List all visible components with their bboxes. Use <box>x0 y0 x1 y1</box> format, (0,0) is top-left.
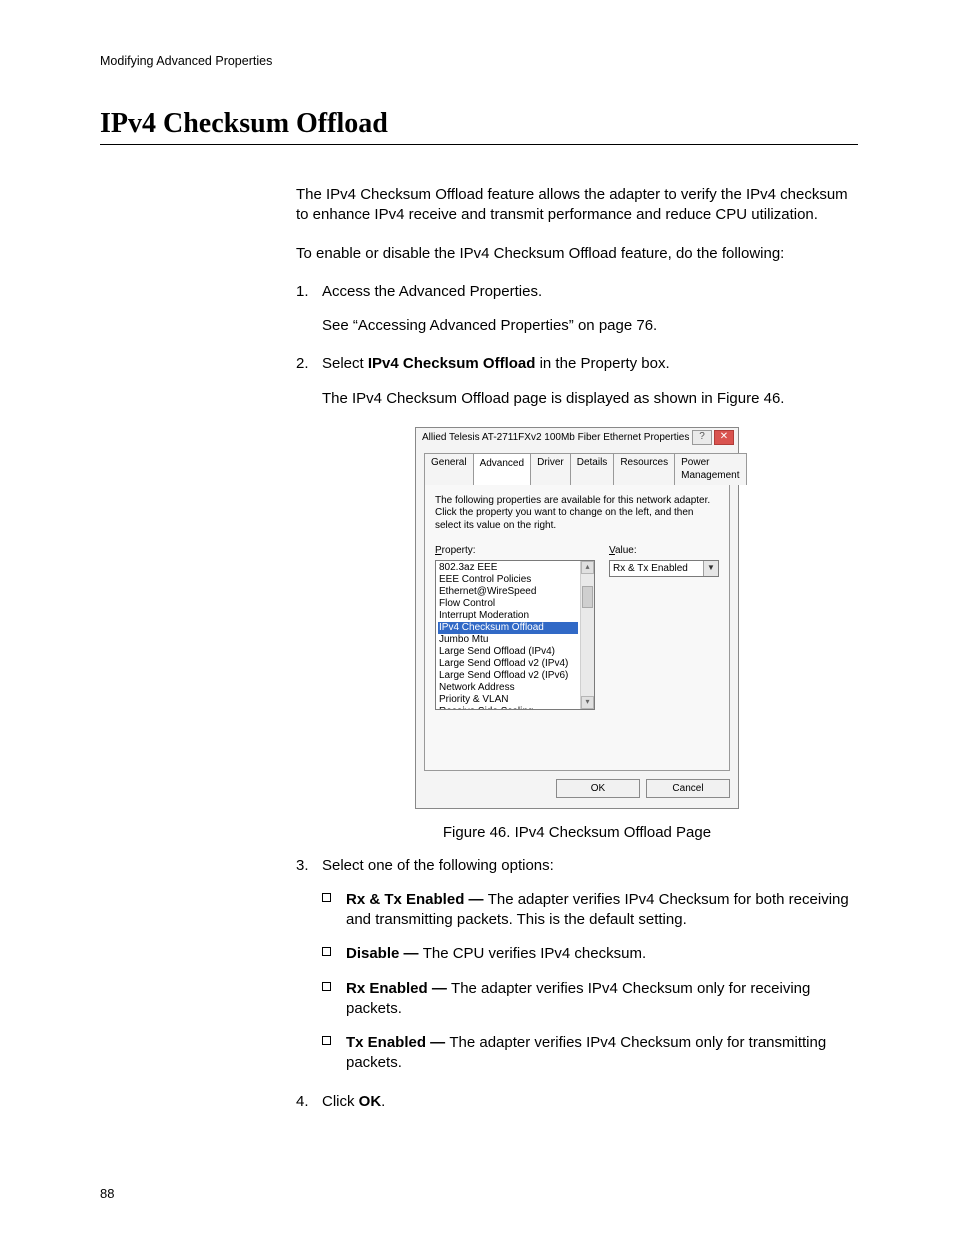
property-value-row: Property: 802.3az EEEEEE Control Policie… <box>435 544 719 710</box>
ok-button[interactable]: OK <box>556 779 640 799</box>
step-text-post: . <box>381 1093 385 1110</box>
option-text: Disable — The CPU verifies IPv4 checksum… <box>346 944 858 964</box>
step-1: 1. Access the Advanced Properties. <box>296 282 858 302</box>
step-number: 4. <box>296 1092 322 1112</box>
tab-advanced[interactable]: Advanced <box>473 453 531 485</box>
tab-details[interactable]: Details <box>570 453 615 485</box>
step-text: Select one of the following options: <box>322 856 858 876</box>
figure-caption: Figure 46. IPv4 Checksum Offload Page <box>443 823 711 843</box>
bullet-icon <box>322 1033 346 1074</box>
scroll-down-button[interactable]: ▾ <box>581 696 594 709</box>
document-page: Modifying Advanced Properties IPv4 Check… <box>0 0 954 1235</box>
value-column: Value: Rx & Tx Enabled ▼ <box>609 544 719 710</box>
step-number: 1. <box>296 282 322 302</box>
properties-dialog: Allied Telesis AT-2711FXv2 100Mb Fiber E… <box>415 427 739 810</box>
tab-driver[interactable]: Driver <box>530 453 571 485</box>
step-number: 2. <box>296 354 322 374</box>
step-text-bold: OK <box>359 1093 382 1110</box>
option-tx-enabled: Tx Enabled — The adapter verifies IPv4 C… <box>322 1033 858 1074</box>
page-number: 88 <box>100 1186 114 1201</box>
property-item[interactable]: 802.3az EEE <box>438 562 578 574</box>
step-text-pre: Click <box>322 1093 359 1110</box>
property-item[interactable]: Network Address <box>438 682 578 694</box>
bullet-icon <box>322 979 346 1020</box>
tab-resources[interactable]: Resources <box>613 453 675 485</box>
step-4: 4. Click OK. <box>296 1092 858 1112</box>
bullet-icon <box>322 890 346 931</box>
scroll-thumb[interactable] <box>582 586 593 608</box>
running-head: Modifying Advanced Properties <box>100 54 858 68</box>
property-column: Property: 802.3az EEEEEE Control Policie… <box>435 544 595 710</box>
tab-power-management[interactable]: Power Management <box>674 453 746 485</box>
property-item[interactable]: Flow Control <box>438 598 578 610</box>
step-text: Access the Advanced Properties. <box>322 282 858 302</box>
value-label: Value: <box>609 544 719 558</box>
property-item[interactable]: Jumbo Mtu <box>438 634 578 646</box>
scroll-up-button[interactable]: ▴ <box>581 561 594 574</box>
option-disable: Disable — The CPU verifies IPv4 checksum… <box>322 944 858 964</box>
option-list: Rx & Tx Enabled — The adapter verifies I… <box>322 890 858 1074</box>
close-button[interactable]: ✕ <box>714 430 734 445</box>
dialog-tabs: General Advanced Driver Details Resource… <box>424 453 730 485</box>
step-2-sub: The IPv4 Checksum Offload page is displa… <box>322 389 858 409</box>
property-item[interactable]: Large Send Offload v2 (IPv6) <box>438 670 578 682</box>
dialog-buttons: OK Cancel <box>424 771 730 799</box>
help-button[interactable]: ? <box>692 430 712 445</box>
step-1-sub: See “Accessing Advanced Properties” on p… <box>322 316 858 336</box>
property-item[interactable]: Ethernet@WireSpeed <box>438 586 578 598</box>
step-2: 2. Select IPv4 Checksum Offload in the P… <box>296 354 858 374</box>
cancel-button[interactable]: Cancel <box>646 779 730 799</box>
intro-paragraph: The IPv4 Checksum Offload feature allows… <box>296 185 858 226</box>
tab-description: The following properties are available f… <box>435 495 719 533</box>
chevron-down-icon[interactable]: ▼ <box>703 561 718 576</box>
body-column: The IPv4 Checksum Offload feature allows… <box>296 185 858 1112</box>
property-item[interactable]: Interrupt Moderation <box>438 610 578 622</box>
dialog-body: General Advanced Driver Details Resource… <box>416 447 738 809</box>
tab-panel-advanced: The following properties are available f… <box>424 484 730 771</box>
property-item[interactable]: IPv4 Checksum Offload <box>438 622 578 634</box>
value-selected: Rx & Tx Enabled <box>610 561 703 576</box>
option-text: Rx Enabled — The adapter verifies IPv4 C… <box>346 979 858 1020</box>
step-number: 3. <box>296 856 322 876</box>
scroll-track[interactable] <box>581 574 594 696</box>
title-rule <box>100 144 858 145</box>
property-item[interactable]: Receive Side Scaling <box>438 706 578 709</box>
step-text-post: in the Property box. <box>535 355 669 372</box>
option-text: Rx & Tx Enabled — The adapter verifies I… <box>346 890 858 931</box>
property-listbox[interactable]: 802.3az EEEEEE Control PoliciesEthernet@… <box>435 560 595 710</box>
tab-general[interactable]: General <box>424 453 474 485</box>
scrollbar[interactable]: ▴ ▾ <box>580 561 594 709</box>
property-label: Property: <box>435 544 595 558</box>
option-text: Tx Enabled — The adapter verifies IPv4 C… <box>346 1033 858 1074</box>
page-title: IPv4 Checksum Offload <box>100 108 858 140</box>
option-rx-tx-enabled: Rx & Tx Enabled — The adapter verifies I… <box>322 890 858 931</box>
bullet-icon <box>322 944 346 964</box>
step-text: Click OK. <box>322 1092 858 1112</box>
value-combobox[interactable]: Rx & Tx Enabled ▼ <box>609 560 719 577</box>
dialog-title: Allied Telesis AT-2711FXv2 100Mb Fiber E… <box>422 431 690 445</box>
property-item[interactable]: Large Send Offload v2 (IPv4) <box>438 658 578 670</box>
property-item[interactable]: Large Send Offload (IPv4) <box>438 646 578 658</box>
figure-wrap: Allied Telesis AT-2711FXv2 100Mb Fiber E… <box>296 427 858 844</box>
property-item[interactable]: EEE Control Policies <box>438 574 578 586</box>
property-item[interactable]: Priority & VLAN <box>438 694 578 706</box>
dialog-titlebar: Allied Telesis AT-2711FXv2 100Mb Fiber E… <box>416 428 738 447</box>
step-3: 3. Select one of the following options: <box>296 856 858 876</box>
step-text-pre: Select <box>322 355 368 372</box>
step-text-bold: IPv4 Checksum Offload <box>368 355 536 372</box>
lead-in-paragraph: To enable or disable the IPv4 Checksum O… <box>296 244 858 264</box>
step-text: Select IPv4 Checksum Offload in the Prop… <box>322 354 858 374</box>
option-rx-enabled: Rx Enabled — The adapter verifies IPv4 C… <box>322 979 858 1020</box>
property-listbox-items: 802.3az EEEEEE Control PoliciesEthernet@… <box>436 561 580 709</box>
